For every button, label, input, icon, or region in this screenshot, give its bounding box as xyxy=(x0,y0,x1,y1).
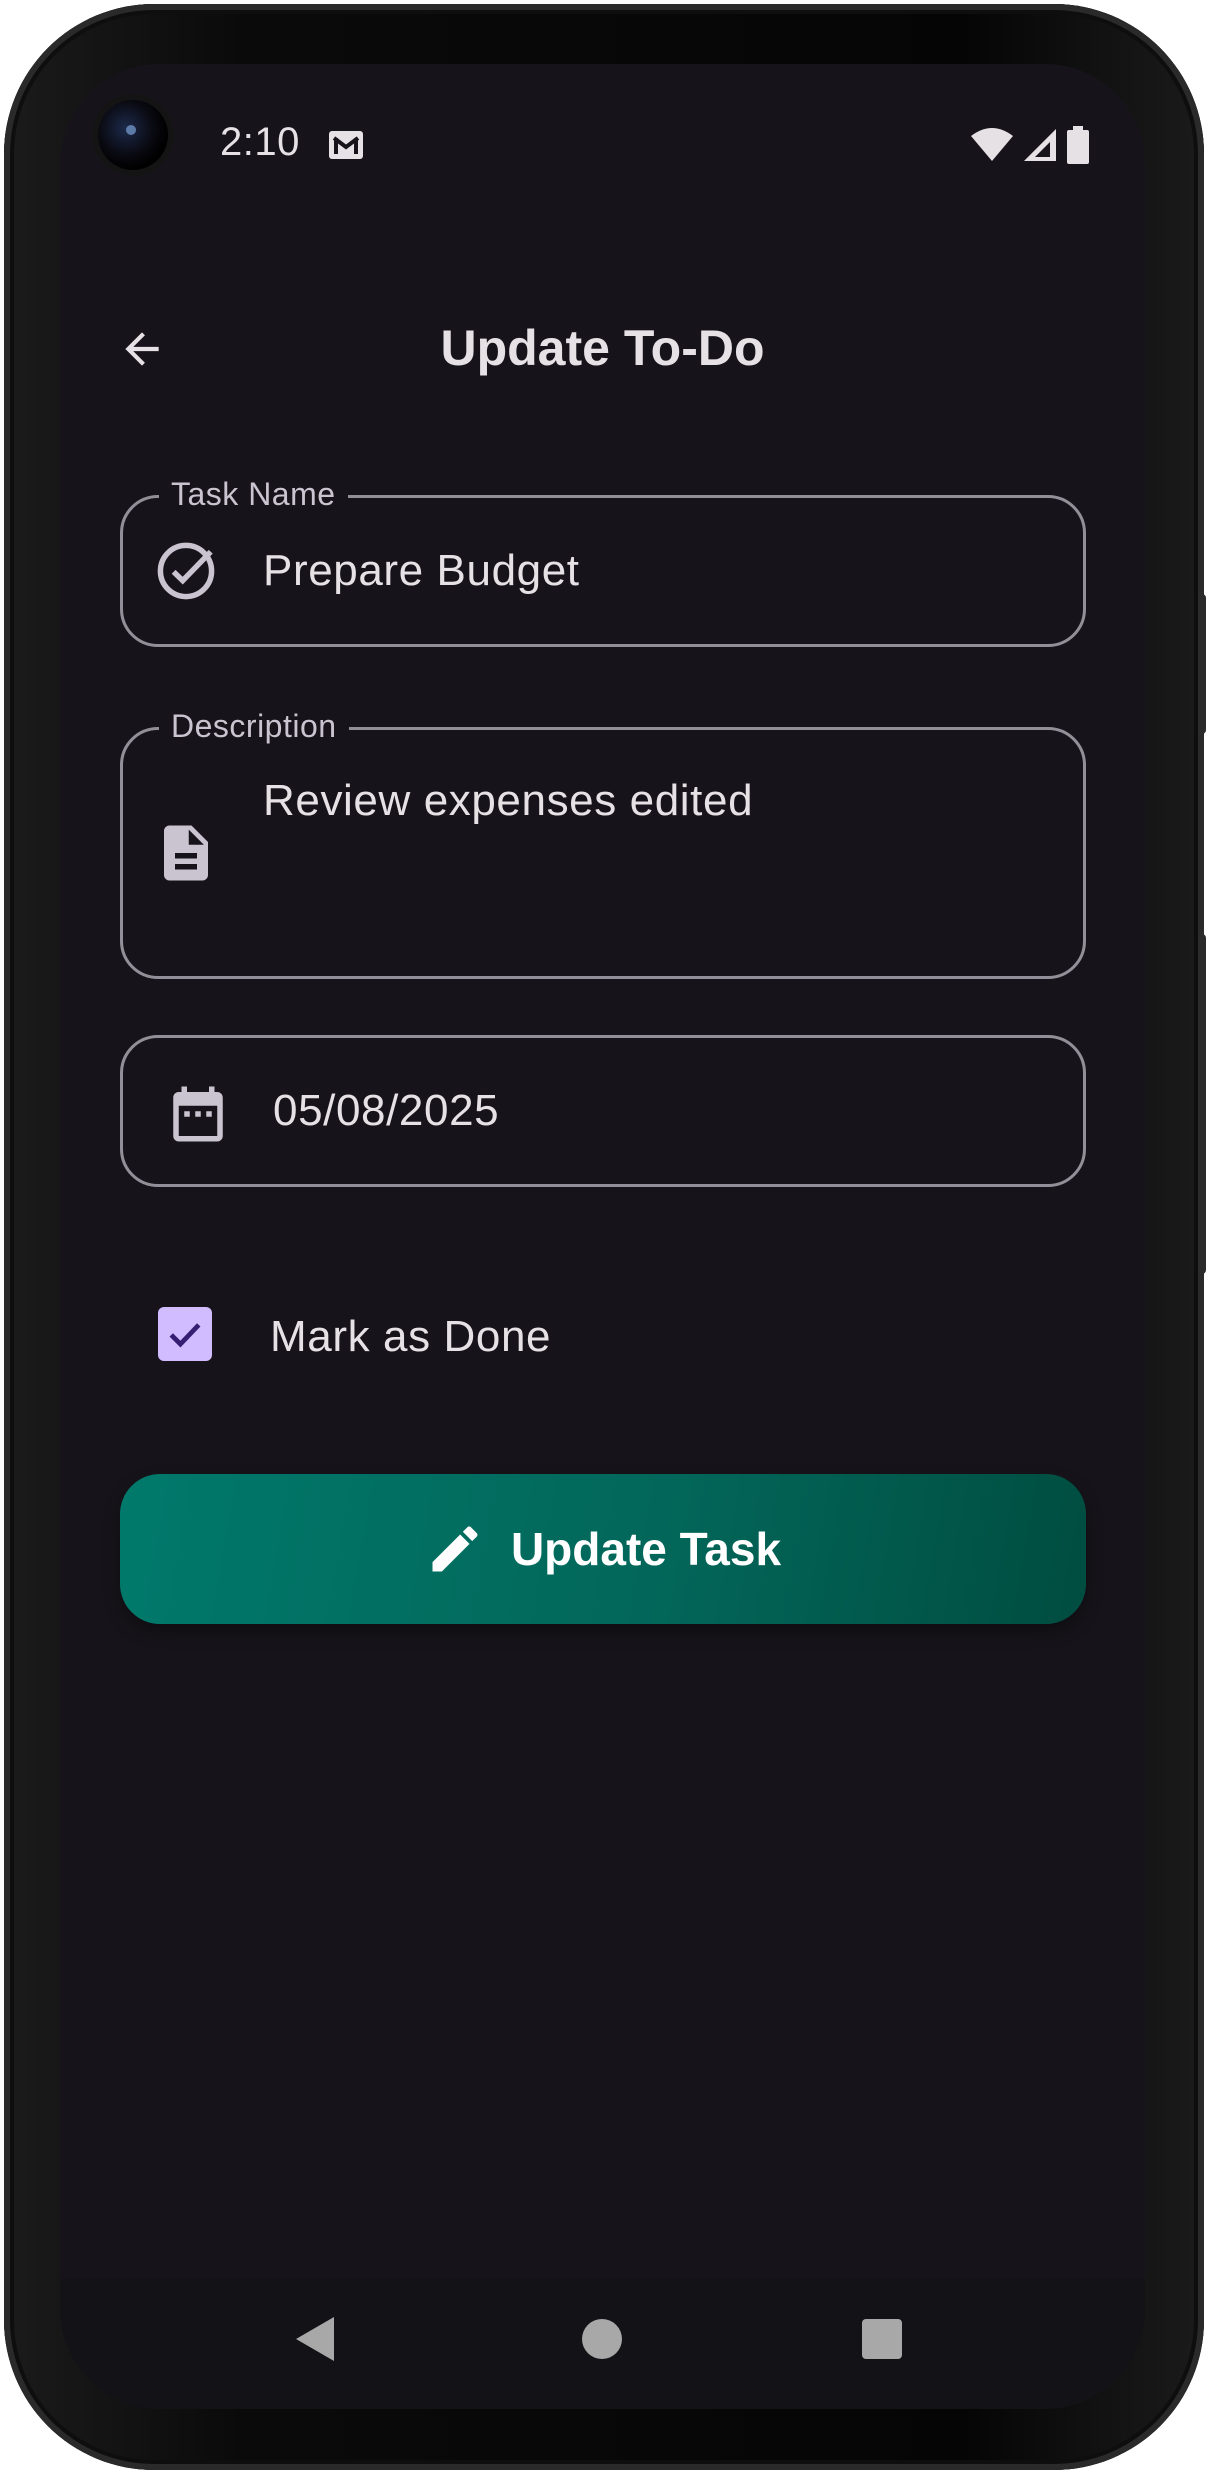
description-label: Description xyxy=(159,708,349,745)
update-task-label: Update Task xyxy=(510,1523,782,1575)
checkmark-icon xyxy=(169,1323,201,1348)
status-icons xyxy=(971,126,1089,164)
update-task-button[interactable]: Update Task xyxy=(120,1474,1086,1624)
app-bar: Update To-Do xyxy=(60,289,1145,409)
date-field[interactable]: 05/08/2025 xyxy=(120,1035,1086,1187)
document-icon xyxy=(164,825,208,881)
screen: 2:10 Update To-Do Task Name Prepare Budg… xyxy=(60,64,1145,2409)
mail-icon xyxy=(329,131,363,159)
check-circle-icon xyxy=(157,542,215,600)
nav-home-icon[interactable] xyxy=(582,2319,622,2359)
mark-done-row[interactable]: Mark as Done xyxy=(120,1284,1086,1384)
volume-button xyxy=(1198,594,1206,734)
power-button xyxy=(1198,934,1206,1274)
battery-icon xyxy=(1067,126,1089,164)
calendar-icon xyxy=(173,1086,223,1142)
task-name-label: Task Name xyxy=(159,476,348,513)
system-nav-bar xyxy=(60,2279,1145,2409)
wifi-icon xyxy=(971,128,1013,161)
task-name-value: Prepare Budget xyxy=(263,546,580,595)
cellular-signal-icon xyxy=(1024,129,1056,161)
mark-done-label: Mark as Done xyxy=(270,1312,552,1361)
nav-back-icon[interactable] xyxy=(296,2317,334,2361)
task-name-field[interactable]: Task Name Prepare Budget xyxy=(120,476,1086,647)
mark-done-checkbox[interactable] xyxy=(158,1307,212,1361)
status-time: 2:10 xyxy=(220,120,300,164)
phone-frame: 2:10 Update To-Do Task Name Prepare Budg… xyxy=(4,4,1206,2470)
page-title: Update To-Do xyxy=(440,320,765,376)
nav-recents-icon[interactable] xyxy=(862,2319,902,2359)
date-value: 05/08/2025 xyxy=(273,1086,500,1135)
front-camera xyxy=(98,100,168,170)
description-value: Review expenses edited xyxy=(263,776,754,825)
status-bar: 2:10 xyxy=(60,64,1145,224)
description-field[interactable]: Description Review expenses edited xyxy=(120,708,1086,979)
edit-pencil-icon xyxy=(432,1526,478,1572)
